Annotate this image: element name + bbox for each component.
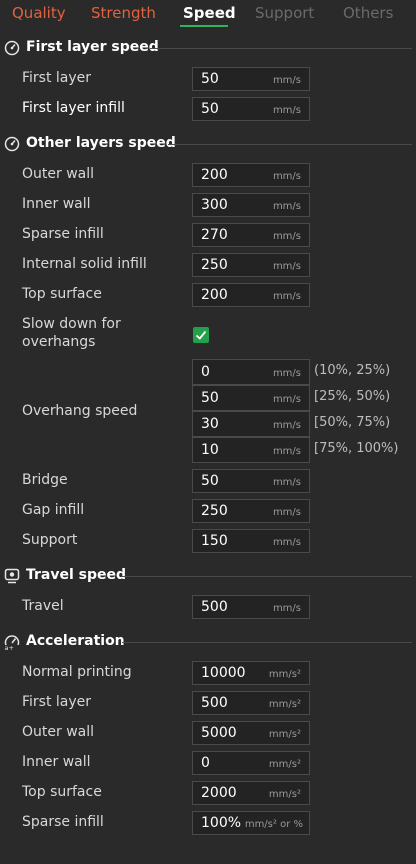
speedometer-icon [4, 136, 20, 152]
slow-down-overhangs-checkbox[interactable] [193, 327, 209, 343]
top-surface-speed-input[interactable]: 200 mm/s [192, 283, 310, 307]
svg-text:a+: a+ [5, 644, 14, 650]
overhang-speed-input-1[interactable]: 0 mm/s [192, 359, 310, 385]
top-surface-label: Top surface [22, 286, 102, 302]
tab-support[interactable]: Support [255, 4, 314, 22]
overhang-range-4: [75%, 100%) [314, 441, 399, 456]
sparse-infill-speed-input[interactable]: 270 mm/s [192, 223, 310, 247]
section-other-layers-speed: Other layers speed [0, 133, 416, 155]
overhang-speed-input-3[interactable]: 30 mm/s [192, 411, 310, 437]
overhang-speed-label: Overhang speed [22, 403, 138, 419]
tab-speed[interactable]: Speed [183, 4, 236, 22]
section-travel-speed: Travel speed [0, 565, 416, 587]
tab-bar: Quality Strength Speed Support Others [0, 0, 416, 30]
overhang-range-3: [50%, 75%) [314, 415, 391, 430]
first-layer-infill-speed-input[interactable]: 50 mm/s [192, 97, 310, 121]
normal-printing-label: Normal printing [22, 664, 132, 680]
internal-solid-infill-label: Internal solid infill [22, 256, 147, 272]
section-divider [122, 642, 412, 643]
speedometer-icon [4, 40, 20, 56]
section-title: Acceleration [26, 633, 125, 649]
overhang-range-2: [25%, 50%) [314, 389, 391, 404]
support-label: Support [22, 532, 78, 548]
acceleration-icon: a+ [5, 635, 20, 650]
first-layer-infill-label: First layer infill [22, 100, 125, 116]
inner-wall-speed-input[interactable]: 300 mm/s [192, 193, 310, 217]
section-divider [122, 576, 412, 577]
slow-down-label-line1: Slow down for [22, 316, 121, 332]
inner-wall-accel-input[interactable]: 0 mm/s² [192, 751, 310, 775]
first-layer-speed-input[interactable]: 50 mm/s [192, 67, 310, 91]
section-divider [150, 48, 412, 49]
first-layer-accel-input[interactable]: 500 mm/s² [192, 691, 310, 715]
section-divider [168, 144, 412, 145]
gap-infill-speed-input[interactable]: 250 mm/s [192, 499, 310, 523]
sparse-infill-accel-input[interactable]: 100% mm/s² or % [192, 811, 310, 835]
support-speed-input[interactable]: 150 mm/s [192, 529, 310, 553]
inner-wall-label: Inner wall [22, 196, 91, 212]
gap-infill-label: Gap infill [22, 502, 85, 518]
tab-quality[interactable]: Quality [12, 4, 66, 22]
checkmark-icon [195, 330, 207, 340]
overhang-range-1: (10%, 25%) [314, 363, 391, 378]
sparse-infill-label: Sparse infill [22, 226, 104, 242]
outer-wall-accel-label: Outer wall [22, 724, 95, 740]
travel-speed-input[interactable]: 500 mm/s [192, 595, 310, 619]
bridge-label: Bridge [22, 472, 68, 488]
tab-others[interactable]: Others [343, 4, 393, 22]
normal-printing-accel-input[interactable]: 10000 mm/s² [192, 661, 310, 685]
internal-solid-infill-speed-input[interactable]: 250 mm/s [192, 253, 310, 277]
outer-wall-speed-input[interactable]: 200 mm/s [192, 163, 310, 187]
outer-wall-accel-input[interactable]: 5000 mm/s² [192, 721, 310, 745]
section-first-layer-speed: First layer speed [0, 37, 416, 59]
travel-label: Travel [22, 598, 64, 614]
bridge-speed-input[interactable]: 50 mm/s [192, 469, 310, 493]
section-title: Travel speed [26, 567, 127, 583]
sparse-infill-accel-label: Sparse infill [22, 814, 104, 830]
overhang-speed-input-4[interactable]: 10 mm/s [192, 437, 310, 463]
slow-down-label-line2: overhangs [22, 334, 96, 350]
travel-icon [4, 568, 20, 584]
section-title: Other layers speed [26, 135, 176, 151]
inner-wall-accel-label: Inner wall [22, 754, 91, 770]
first-layer-accel-label: First layer [22, 694, 92, 710]
tab-strength[interactable]: Strength [91, 4, 156, 22]
section-title: First layer speed [26, 39, 159, 55]
top-surface-accel-label: Top surface [22, 784, 102, 800]
outer-wall-label: Outer wall [22, 166, 95, 182]
first-layer-label: First layer [22, 70, 92, 86]
top-surface-accel-input[interactable]: 2000 mm/s² [192, 781, 310, 805]
section-acceleration: a+ Acceleration [0, 631, 416, 653]
overhang-speed-input-2[interactable]: 50 mm/s [192, 385, 310, 411]
active-tab-indicator [180, 25, 228, 27]
